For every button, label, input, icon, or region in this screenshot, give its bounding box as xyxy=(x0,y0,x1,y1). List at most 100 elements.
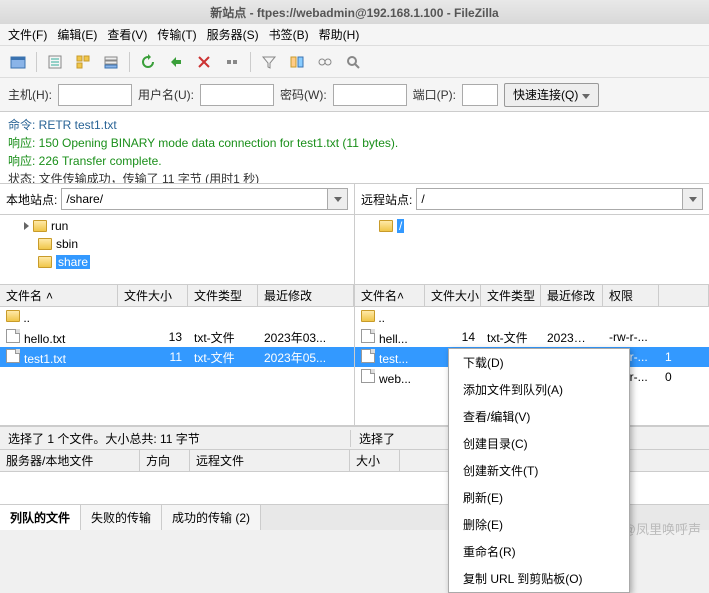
local-tree[interactable]: run sbin share xyxy=(0,215,354,285)
remote-path-dropdown[interactable] xyxy=(683,188,703,210)
local-site-bar: 本地站点: xyxy=(0,184,354,215)
ctx-view-edit[interactable]: 查看/编辑(V) xyxy=(449,403,629,430)
quickconnect-button[interactable]: 快速连接(Q) xyxy=(504,83,599,107)
col-direction[interactable]: 方向 xyxy=(140,450,190,471)
sync-browse-button[interactable] xyxy=(313,50,337,74)
separator xyxy=(129,52,130,72)
menu-file[interactable]: 文件(F) xyxy=(4,24,51,45)
file-row[interactable]: hell... 14 txt-文件 2023年0... -rw-r-... xyxy=(355,327,709,347)
local-pane: 本地站点: run sbin share 文件名 ˄ 文件大小 文件类型 最近修… xyxy=(0,184,355,425)
password-input[interactable] xyxy=(333,84,407,106)
remote-column-headers: 文件名 ˄ 文件大小 文件类型 最近修改 权限 xyxy=(355,285,709,307)
col-type[interactable]: 文件类型 xyxy=(188,285,258,306)
toggle-queue-button[interactable] xyxy=(99,50,123,74)
window-title: 新站点 - ftpes://webadmin@192.168.1.100 - F… xyxy=(8,4,701,21)
menu-server[interactable]: 服务器(S) xyxy=(203,24,263,45)
tab-failed[interactable]: 失败的传输 xyxy=(81,505,162,530)
tab-queued[interactable]: 列队的文件 xyxy=(0,505,81,530)
message-log: 命令: RETR test1.txt 响应: 150 Opening BINAR… xyxy=(0,112,709,184)
menu-view[interactable]: 查看(V) xyxy=(103,24,151,45)
col-remote-file[interactable]: 远程文件 xyxy=(190,450,350,471)
ctx-refresh[interactable]: 刷新(E) xyxy=(449,484,629,511)
menu-bar: 文件(F) 编辑(E) 查看(V) 传输(T) 服务器(S) 书签(B) 帮助(… xyxy=(0,24,709,46)
col-type[interactable]: 文件类型 xyxy=(481,285,541,306)
local-path-input[interactable] xyxy=(61,188,328,210)
port-input[interactable] xyxy=(462,84,498,106)
menu-transfer[interactable]: 传输(T) xyxy=(153,24,200,45)
remote-path-input[interactable] xyxy=(416,188,683,210)
col-name[interactable]: 文件名 ˄ xyxy=(355,285,425,306)
menu-bookmark[interactable]: 书签(B) xyxy=(265,24,313,45)
site-manager-button[interactable] xyxy=(6,50,30,74)
chevron-down-icon xyxy=(689,197,697,202)
expand-icon[interactable] xyxy=(24,222,29,230)
filter-button[interactable] xyxy=(257,50,281,74)
ctx-copy-url[interactable]: 复制 URL 到剪贴板(O) xyxy=(449,565,629,592)
user-label: 用户名(U): xyxy=(138,86,194,103)
log-response: 响应: 226 Transfer complete. xyxy=(8,152,701,170)
separator xyxy=(250,52,251,72)
col-mtime[interactable]: 最近修改 xyxy=(258,285,354,306)
local-column-headers: 文件名 ˄ 文件大小 文件类型 最近修改 xyxy=(0,285,354,307)
file-row-parent[interactable]: .. xyxy=(355,307,709,327)
toggle-log-button[interactable] xyxy=(43,50,67,74)
menu-edit[interactable]: 编辑(E) xyxy=(53,24,101,45)
ctx-create-file[interactable]: 创建新文件(T) xyxy=(449,457,629,484)
folder-icon xyxy=(38,238,52,250)
col-size[interactable]: 文件大小 xyxy=(118,285,188,306)
folder-icon xyxy=(361,310,375,322)
tab-successful[interactable]: 成功的传输 (2) xyxy=(162,505,261,530)
refresh-button[interactable] xyxy=(136,50,160,74)
title-bar: 新站点 - ftpes://webadmin@192.168.1.100 - F… xyxy=(0,0,709,24)
disconnect-button[interactable] xyxy=(220,50,244,74)
host-input[interactable] xyxy=(58,84,132,106)
local-path-dropdown[interactable] xyxy=(328,188,348,210)
chevron-down-icon xyxy=(334,197,342,202)
local-tree-selected[interactable]: share xyxy=(56,255,90,269)
col-extra[interactable] xyxy=(659,285,709,306)
file-row-selected[interactable]: test1.txt 11 txt-文件 2023年05... xyxy=(0,347,354,367)
ctx-add-to-queue[interactable]: 添加文件到队列(A) xyxy=(449,376,629,403)
log-command: 命令: RETR test1.txt xyxy=(8,116,701,134)
col-size[interactable]: 大小 xyxy=(350,450,400,471)
folder-icon xyxy=(379,220,393,232)
file-row[interactable]: hello.txt 13 txt-文件 2023年03... xyxy=(0,327,354,347)
dropdown-icon xyxy=(582,94,590,99)
user-input[interactable] xyxy=(200,84,274,106)
search-button[interactable] xyxy=(341,50,365,74)
col-name[interactable]: 文件名 ˄ xyxy=(0,285,118,306)
ctx-delete[interactable]: 删除(E) xyxy=(449,511,629,538)
remote-tree-selected[interactable]: / xyxy=(397,219,404,233)
col-perm[interactable]: 权限 xyxy=(603,285,659,306)
col-size[interactable]: 文件大小 xyxy=(425,285,481,306)
folder-icon xyxy=(6,310,20,322)
ctx-download[interactable]: 下载(D) xyxy=(449,349,629,376)
ctx-create-dir[interactable]: 创建目录(C) xyxy=(449,430,629,457)
folder-icon xyxy=(38,256,52,268)
local-file-list[interactable]: .. hello.txt 13 txt-文件 2023年03... test1.… xyxy=(0,307,354,425)
port-label: 端口(P): xyxy=(413,86,456,103)
file-icon xyxy=(361,369,375,383)
pass-label: 密码(W): xyxy=(280,86,327,103)
folder-icon xyxy=(33,220,47,232)
remote-tree[interactable]: / xyxy=(355,215,709,285)
separator xyxy=(36,52,37,72)
toggle-tree-button[interactable] xyxy=(71,50,95,74)
ctx-rename[interactable]: 重命名(R) xyxy=(449,538,629,565)
menu-help[interactable]: 帮助(H) xyxy=(315,24,364,45)
log-status: 状态: 文件传输成功，传输了 11 字节 (用时1 秒) xyxy=(8,170,701,184)
cancel-button[interactable] xyxy=(192,50,216,74)
col-mtime[interactable]: 最近修改 xyxy=(541,285,603,306)
remote-site-bar: 远程站点: xyxy=(355,184,709,215)
host-label: 主机(H): xyxy=(8,86,52,103)
log-response: 响应: 150 Opening BINARY mode data connect… xyxy=(8,134,701,152)
context-menu: 下载(D) 添加文件到队列(A) 查看/编辑(V) 创建目录(C) 创建新文件(… xyxy=(448,348,630,593)
file-icon xyxy=(361,329,375,343)
col-server-local[interactable]: 服务器/本地文件 xyxy=(0,450,140,471)
process-queue-button[interactable] xyxy=(164,50,188,74)
file-icon xyxy=(6,329,20,343)
toolbar xyxy=(0,46,709,78)
file-row-parent[interactable]: .. xyxy=(0,307,354,327)
compare-button[interactable] xyxy=(285,50,309,74)
file-icon xyxy=(361,349,375,363)
